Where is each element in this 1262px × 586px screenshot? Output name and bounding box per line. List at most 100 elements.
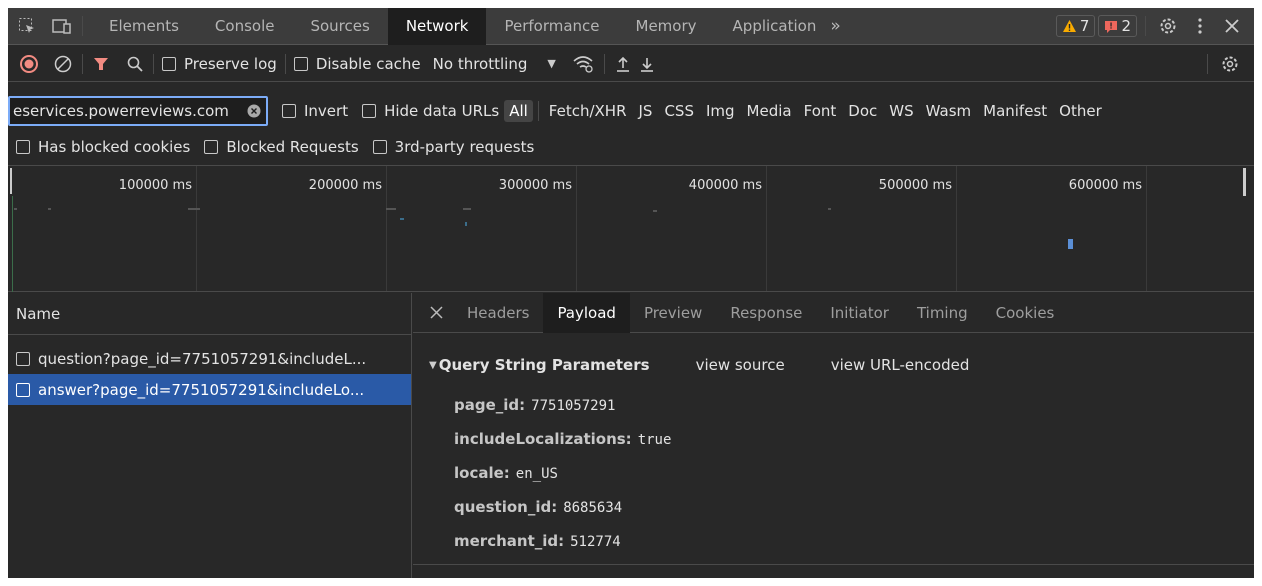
request-tick	[465, 222, 467, 226]
record-stop-icon[interactable]	[18, 54, 40, 74]
timeline-gridline	[766, 166, 767, 291]
invert-label: Invert	[304, 102, 349, 120]
tab-timing[interactable]: Timing	[903, 293, 982, 333]
type-filter-js[interactable]: JS	[634, 100, 658, 122]
tab-cookies[interactable]: Cookies	[982, 293, 1069, 333]
separator	[537, 101, 539, 121]
inspect-element-icon[interactable]	[16, 17, 38, 35]
search-icon[interactable]	[125, 56, 145, 72]
type-filter-manifest[interactable]: Manifest	[978, 100, 1052, 122]
request-tick	[828, 208, 831, 210]
dom-content-loaded-line	[12, 196, 13, 292]
more-tabs-chevron-icon[interactable]: »	[830, 16, 840, 36]
param-key: page_id:	[454, 396, 526, 414]
export-har-download-icon[interactable]	[637, 56, 657, 72]
timeline-gridline	[576, 166, 577, 291]
timeline-tick-label: 500000 ms	[878, 178, 952, 193]
type-filter-css[interactable]: CSS	[659, 100, 699, 122]
type-filter-img[interactable]: Img	[701, 100, 740, 122]
tab-network[interactable]: Network	[387, 8, 487, 45]
section-title: Query String Parameters	[438, 356, 650, 374]
type-filter-other[interactable]: Other	[1054, 100, 1107, 122]
name-column-header[interactable]: Name	[8, 293, 411, 335]
tab-memory[interactable]: Memory	[618, 8, 715, 45]
request-detail-pane: Headers Payload Preview Response Initiat…	[413, 292, 1254, 578]
type-filter-all[interactable]: All	[504, 100, 533, 122]
disable-cache-label: Disable cache	[315, 54, 421, 73]
type-filter-wasm[interactable]: Wasm	[921, 100, 977, 122]
invert-checkbox[interactable]	[282, 104, 296, 118]
tab-payload[interactable]: Payload	[543, 292, 630, 333]
param-value: true	[637, 432, 672, 448]
tab-initiator[interactable]: Initiator	[816, 293, 903, 333]
type-filter-fetch-xhr[interactable]: Fetch/XHR	[544, 100, 632, 122]
param-value: 7751057291	[531, 398, 616, 414]
clear-filter-icon[interactable]	[245, 104, 263, 118]
blocked-requests-checkbox[interactable]	[204, 140, 219, 154]
type-filter-media[interactable]: Media	[742, 100, 797, 122]
tab-elements[interactable]: Elements	[91, 8, 197, 45]
tab-sources[interactable]: Sources	[292, 8, 387, 45]
separator	[82, 53, 83, 74]
dropdown-arrow-icon: ▼	[547, 57, 556, 70]
tab-console[interactable]: Console	[197, 8, 293, 45]
more-options-icon[interactable]	[1186, 18, 1214, 34]
third-party-requests-checkbox[interactable]	[372, 140, 387, 154]
hide-data-urls-label: Hide data URLs	[384, 102, 500, 120]
type-filter-doc[interactable]: Doc	[843, 100, 882, 122]
throttling-value: No throttling	[432, 54, 528, 73]
separator	[1145, 16, 1146, 36]
tab-headers[interactable]: Headers	[453, 293, 543, 333]
query-param-row: includeLocalizations: true	[454, 430, 671, 448]
close-icon[interactable]	[1218, 19, 1246, 33]
filter-input-value: eservices.powerreviews.com	[13, 102, 229, 120]
has-blocked-cookies-checkbox[interactable]	[16, 140, 30, 154]
preserve-log-checkbox[interactable]	[162, 56, 176, 71]
tab-preview[interactable]: Preview	[630, 293, 716, 333]
disable-cache-checkbox[interactable]	[293, 56, 308, 71]
filter-funnel-icon[interactable]	[91, 56, 111, 72]
network-conditions-wifi-icon[interactable]	[570, 55, 596, 73]
request-row-selected[interactable]: answer?page_id=7751057291&includeLo...	[8, 374, 411, 405]
request-tick	[653, 210, 657, 212]
view-url-encoded-link[interactable]: view URL-encoded	[831, 356, 970, 374]
errors-badge[interactable]: 2	[1098, 15, 1137, 37]
query-param-row: merchant_id: 512774	[454, 532, 621, 550]
expand-triangle-icon[interactable]: ▼	[429, 360, 437, 371]
request-tick	[188, 208, 200, 210]
request-checkbox[interactable]	[16, 382, 30, 397]
warning-icon	[1062, 20, 1076, 32]
network-settings-gear-icon[interactable]	[1216, 55, 1244, 73]
type-filter-font[interactable]: Font	[799, 100, 842, 122]
view-source-link[interactable]: view source	[696, 356, 785, 374]
preserve-log-label: Preserve log	[184, 54, 277, 73]
close-detail-icon[interactable]	[425, 306, 447, 319]
timeline-tick-label: 300000 ms	[498, 178, 572, 193]
overview-left-handle[interactable]	[10, 168, 12, 194]
timeline-gridline	[386, 166, 387, 291]
query-param-row: page_id: 7751057291	[454, 396, 615, 414]
tab-application[interactable]: Application	[715, 8, 825, 45]
hide-data-urls-checkbox[interactable]	[362, 104, 377, 118]
request-list-pane: Name question?page_id=7751057291&include…	[8, 293, 412, 578]
request-row[interactable]: question?page_id=7751057291&includeL...	[8, 343, 411, 374]
import-har-upload-icon[interactable]	[613, 56, 633, 72]
request-checkbox[interactable]	[16, 351, 30, 366]
timeline-overview[interactable]: 100000 ms 200000 ms 300000 ms 400000 ms …	[8, 165, 1254, 292]
settings-gear-icon[interactable]	[1154, 17, 1182, 35]
separator	[1207, 53, 1208, 74]
device-toolbar-icon[interactable]	[50, 17, 74, 35]
query-param-row: locale: en_US	[454, 464, 558, 482]
warnings-badge[interactable]: 7	[1055, 15, 1096, 37]
request-tick	[463, 208, 471, 210]
throttling-select[interactable]: No throttling ▼	[433, 55, 556, 73]
filter-input[interactable]: eservices.powerreviews.com	[8, 96, 268, 126]
type-filter-ws[interactable]: WS	[884, 100, 918, 122]
overview-right-handle[interactable]	[1243, 168, 1246, 196]
separator	[82, 16, 83, 36]
clear-icon[interactable]	[52, 55, 74, 73]
filter-row: eservices.powerreviews.com Invert Hide d…	[8, 93, 1254, 129]
query-string-section-header[interactable]: ▼ Query String Parameters view source vi…	[429, 356, 969, 374]
tab-response[interactable]: Response	[716, 293, 816, 333]
tab-performance[interactable]: Performance	[486, 8, 617, 45]
